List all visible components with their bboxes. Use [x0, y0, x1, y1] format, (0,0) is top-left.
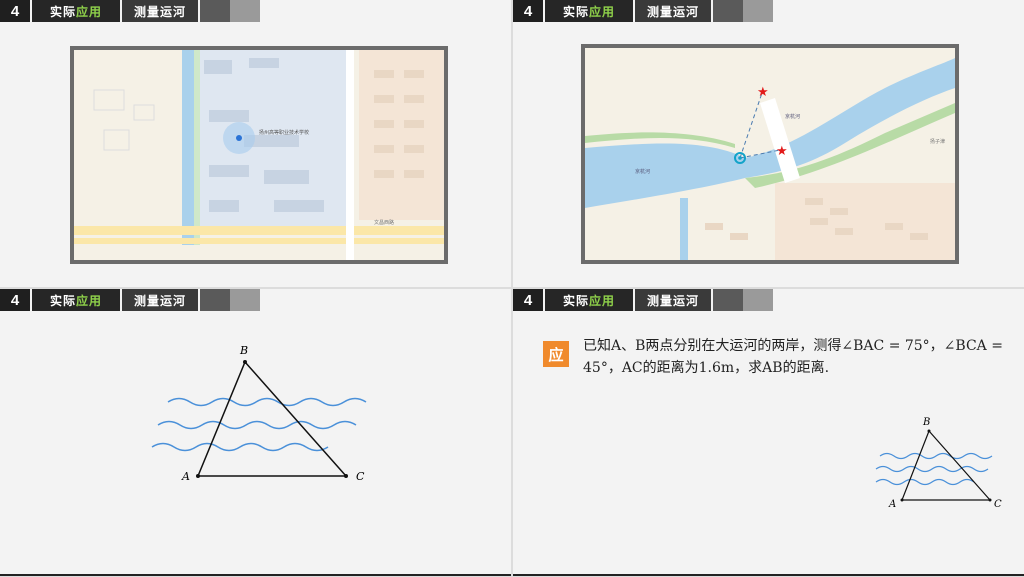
section-subtitle: 测量运河: [122, 0, 198, 22]
water-waves: [875, 452, 993, 486]
map-image-school: 扬州高等职业技术学校 文昌西路: [70, 46, 448, 264]
map-image-canal: ★ ★ 京杭河 京杭河 扬子津: [581, 44, 959, 264]
triangle-abc-small: [901, 429, 992, 501]
bottom-bar: [513, 574, 1024, 576]
area-label: 扬子津: [930, 138, 945, 145]
slide-panel-diagram: 4 实际 应用 测量运河 B A C: [0, 289, 511, 576]
bottom-bar: [0, 574, 511, 576]
title-text: 实际: [49, 4, 76, 19]
svg-text:★: ★: [757, 85, 769, 100]
section-number: 4: [0, 0, 30, 22]
river-label-left: 京杭河: [635, 168, 650, 175]
slide-header: 4 实际 应用 测量运河: [0, 0, 260, 22]
vertex-label-a: A: [181, 470, 190, 483]
vertex-label-c: C: [356, 470, 365, 483]
title-highlight: 应用: [76, 4, 103, 19]
slide-panel-map-canal: 4 实际 应用 测量运河 ★ ★ 京杭河 京杭河 扬子津: [513, 0, 1024, 287]
triangle-diagram: B A C: [151, 344, 367, 483]
slide-panel-problem: 4 实际 应用 测量运河 应 已知A、B两点分别在大运河的两岸，测得∠BAC = …: [513, 289, 1024, 576]
slide-panel-map-school: 4 实际 应用 测量运河 扬州高等职业技术学校 文昌西路: [0, 0, 511, 287]
header-decor: [713, 0, 743, 22]
header-decor: [200, 0, 230, 22]
triangle-diagram-small: B A C: [875, 417, 1002, 510]
vertex-label-b: B: [922, 417, 930, 428]
map-school-label: 扬州高等职业技术学校: [259, 129, 309, 136]
map-road-label: 文昌西路: [374, 219, 394, 226]
vertex-label-b: B: [239, 344, 248, 357]
title-highlight: 应用: [589, 4, 616, 19]
slide-header: 4 实际 应用 测量运河: [513, 0, 773, 22]
svg-text:★: ★: [776, 144, 788, 159]
section-subtitle: 测量运河: [635, 0, 711, 22]
header-decor: [230, 0, 260, 22]
river-label-right: 京杭河: [785, 113, 800, 120]
triangle-abc: [196, 360, 348, 477]
section-title: 实际 应用: [32, 0, 120, 22]
water-waves: [151, 397, 367, 452]
header-decor: [743, 0, 773, 22]
section-title: 实际 应用: [545, 0, 633, 22]
title-text: 实际: [562, 4, 589, 19]
vertex-label-c: C: [994, 499, 1002, 510]
section-number: 4: [513, 0, 543, 22]
vertex-label-a: A: [888, 499, 896, 510]
